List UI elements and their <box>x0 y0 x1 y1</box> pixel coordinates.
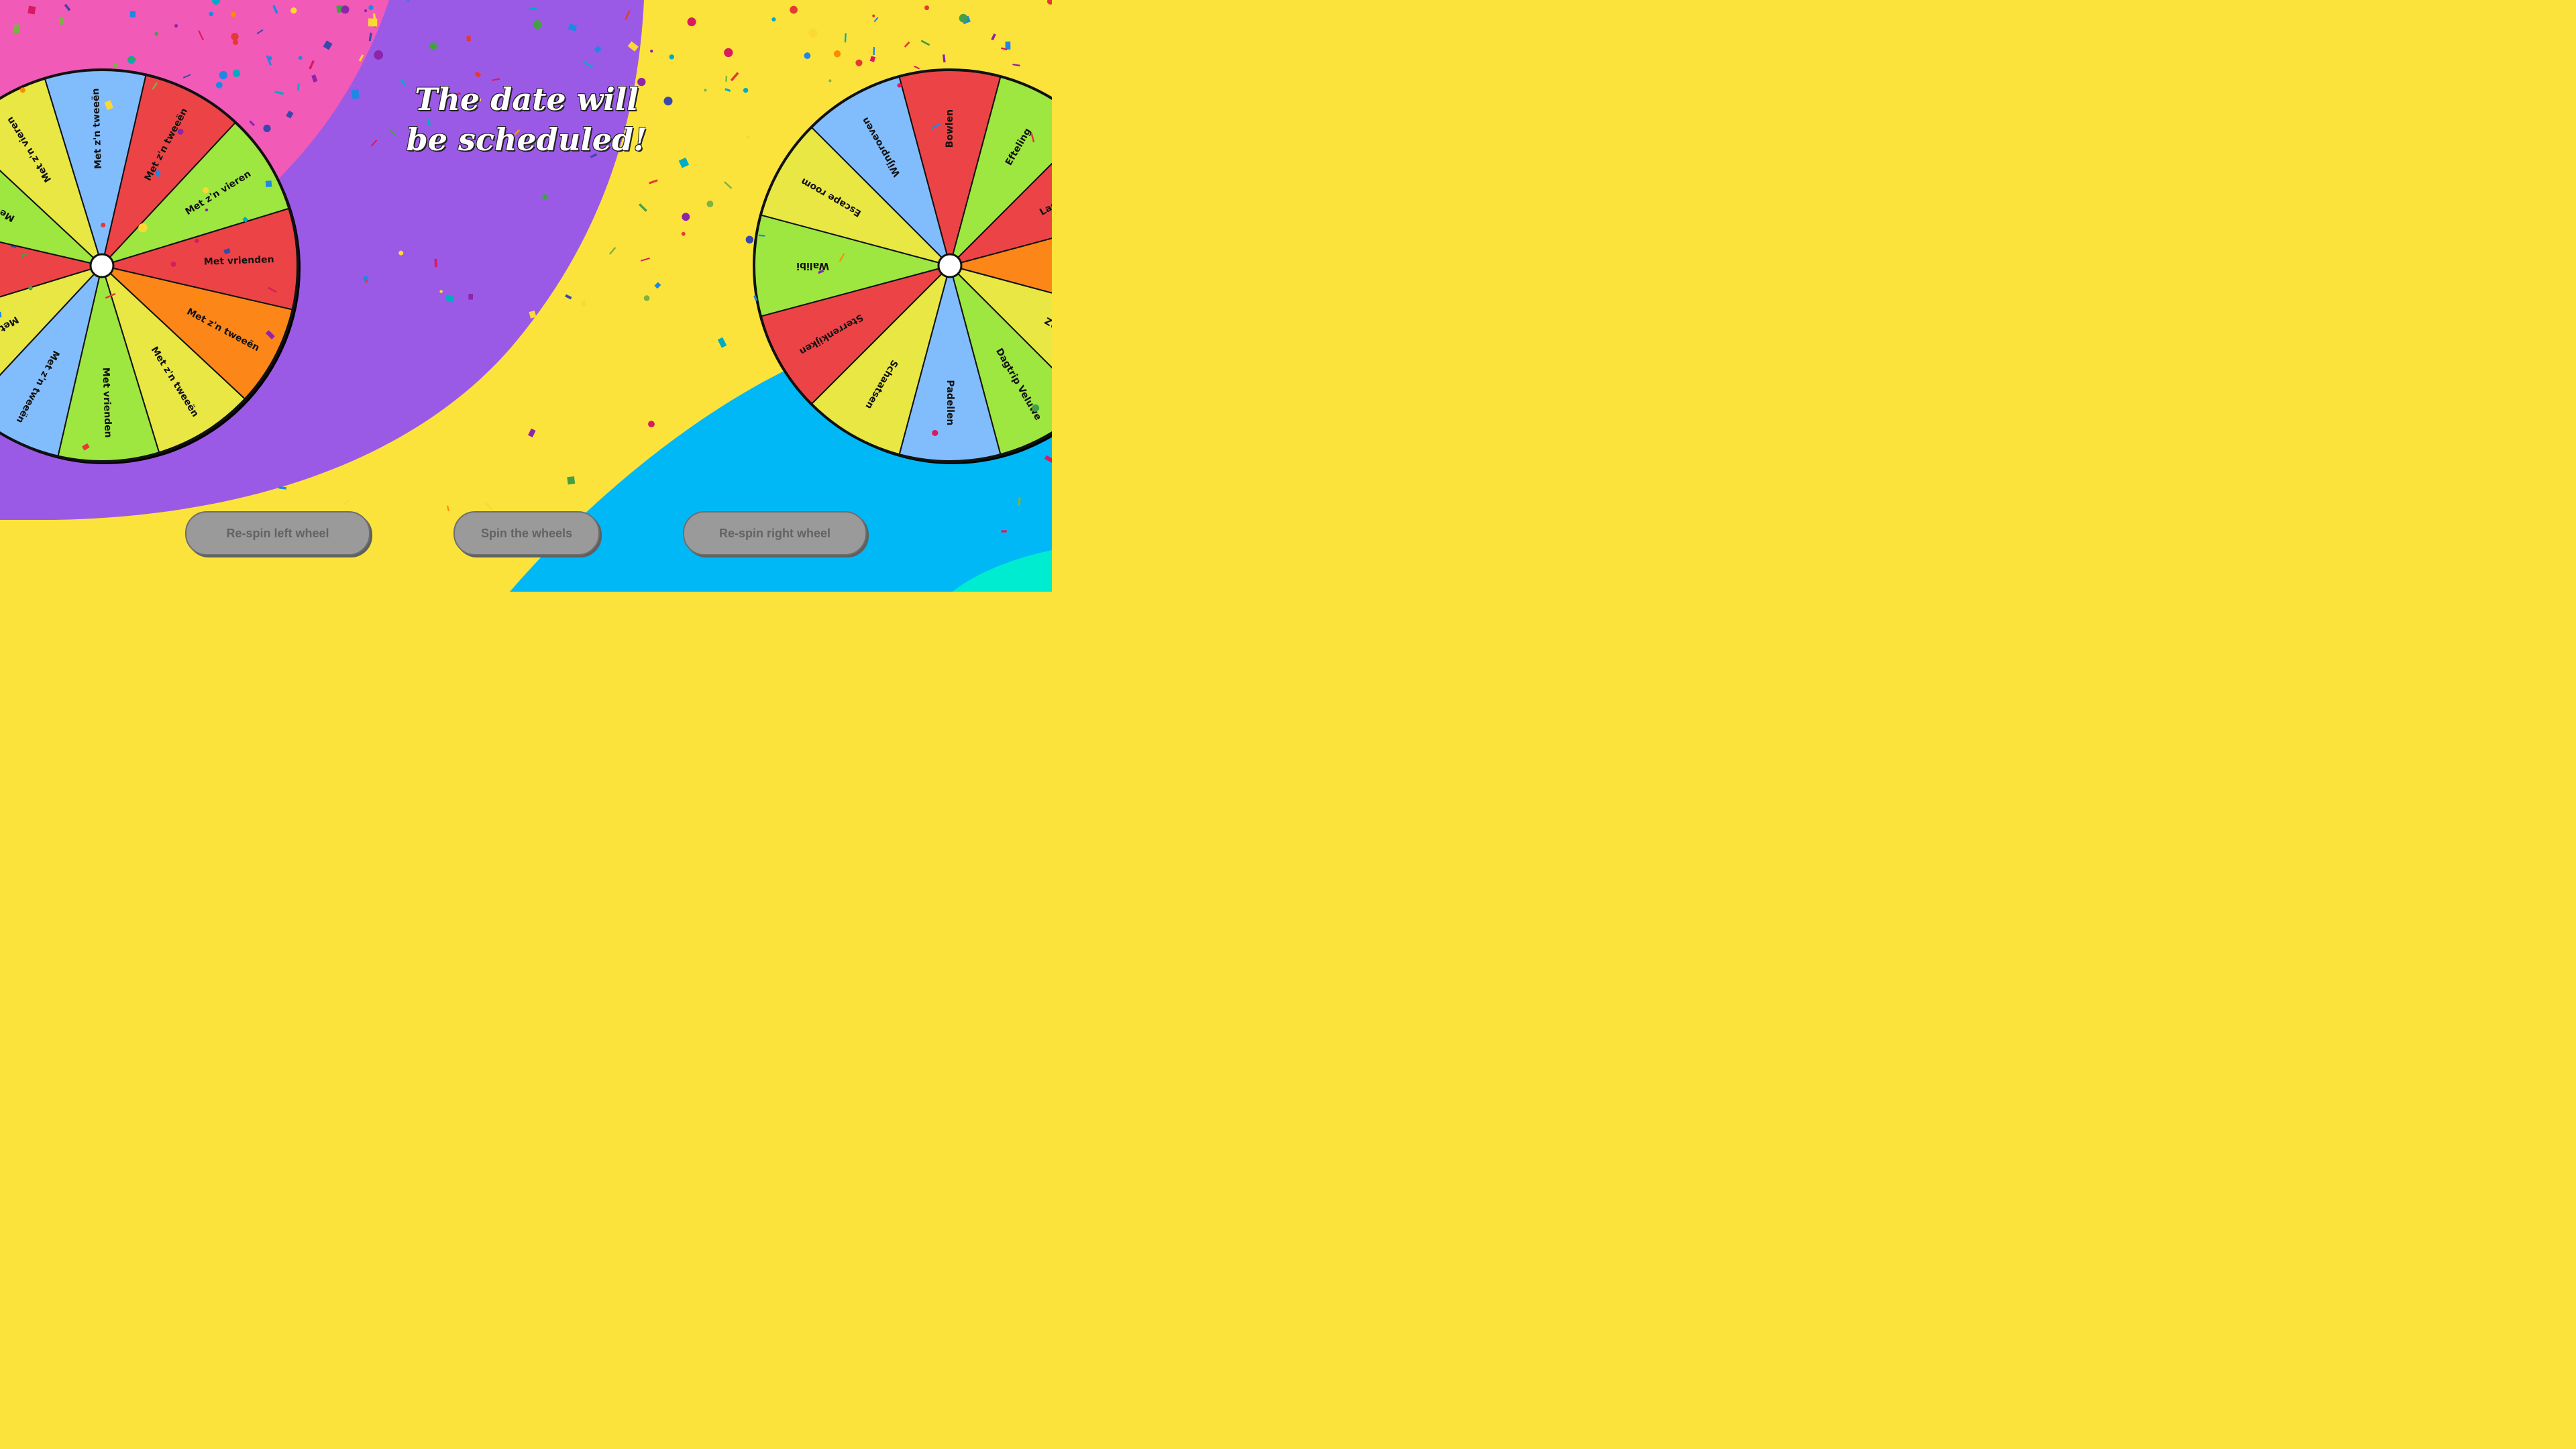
right-wheel-segment-label: Padellen <box>945 380 955 425</box>
spin-the-wheels-button[interactable]: Spin the wheels <box>453 511 600 555</box>
respin-right-wheel-button[interactable]: Re-spin right wheel <box>683 511 867 555</box>
title-line-1: The date will <box>415 81 639 117</box>
stage: Met z'n tweeën Met z'n tweeën Met z'n vier… <box>0 0 1052 592</box>
title-line-2: be scheduled! <box>406 121 647 158</box>
right-wheel-segment-label: Walibi <box>796 260 829 271</box>
right-wheel-hub[interactable] <box>937 253 963 278</box>
page-title: The date will be scheduled! <box>376 79 678 160</box>
respin-left-wheel-button[interactable]: Re-spin left wheel <box>185 511 370 555</box>
right-wheel-segment-label: Bowlen <box>945 109 955 148</box>
